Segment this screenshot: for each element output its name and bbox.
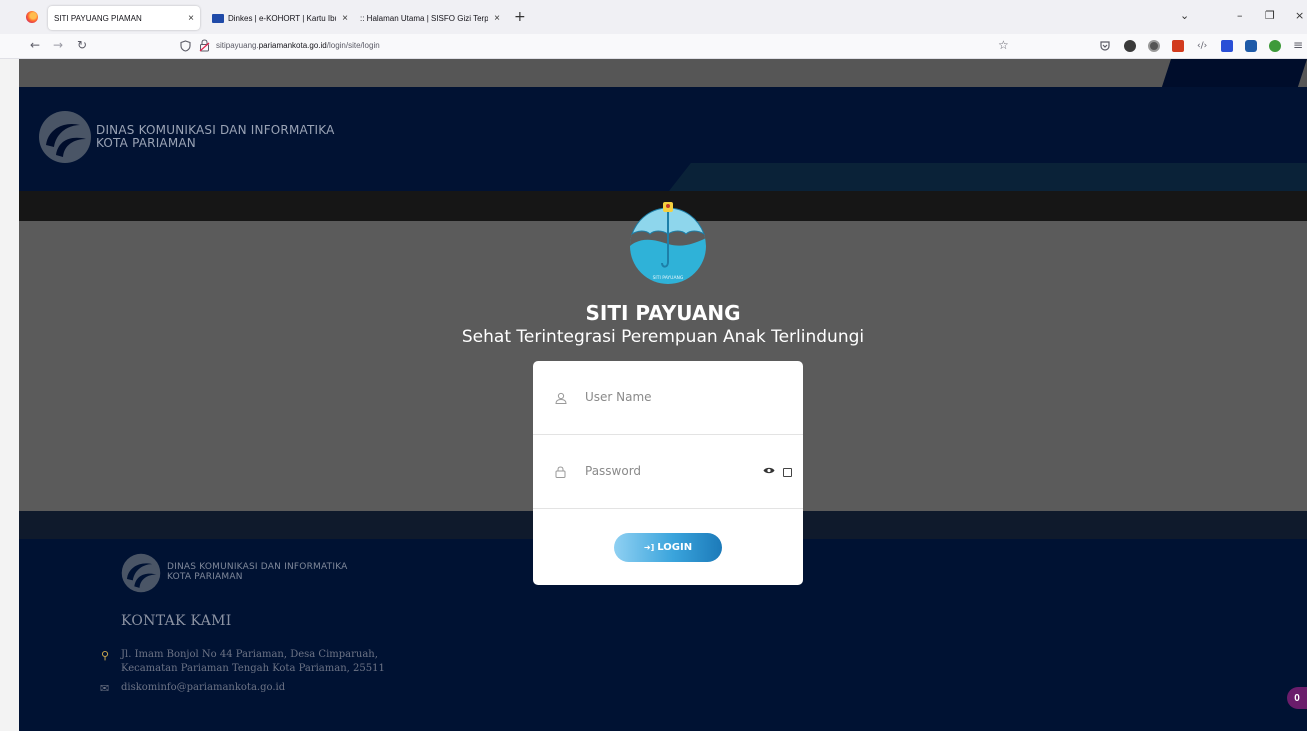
screen: SITI PAYUANG PIAMAN × Dinkes | e-KOHORT …	[0, 0, 1307, 731]
bookmark-star-icon[interactable]: ☆	[998, 38, 1009, 52]
url-path: /login/site/login	[326, 41, 380, 50]
menu-icon[interactable]: ≡	[1293, 38, 1303, 52]
forward-icon[interactable]: →	[53, 38, 63, 52]
login-button[interactable]: ➜] LOGIN	[614, 533, 722, 562]
logo-caption: SITI PAYUANG	[653, 275, 684, 281]
contact-email[interactable]: diskominfo@pariamankota.go.id	[121, 682, 285, 693]
header-brand-line2: KOTA PARIAMAN	[96, 136, 196, 150]
address-line-2: Kecamatan Pariaman Tengah Kota Pariaman,…	[121, 663, 385, 674]
kominfo-footer-logo-icon	[121, 553, 161, 593]
extension-puzzle-icon[interactable]	[1172, 40, 1184, 52]
address-line-1: Jl. Imam Bonjol No 44 Pariaman, Desa Cim…	[121, 649, 378, 660]
password-input[interactable]	[585, 461, 755, 481]
tab-sisfo-gizi[interactable]: :: Halaman Utama | SISFO Gizi Terpa ×	[354, 6, 506, 30]
login-arrow-icon: ➜]	[643, 543, 655, 552]
tab-label: :: Halaman Utama | SISFO Gizi Terpa	[360, 13, 488, 23]
extension-blue-icon[interactable]	[1221, 40, 1233, 52]
extension-code-icon[interactable]: ‹/›	[1197, 41, 1207, 51]
firefox-icon[interactable]	[26, 11, 38, 23]
url-bar[interactable]: sitipayuang.pariamankota.go.id/login/sit…	[216, 41, 380, 50]
minimize-button[interactable]: –	[1237, 9, 1243, 22]
siti-payuang-logo-icon: SITI PAYUANG	[630, 202, 706, 284]
footer-brand[interactable]: DINAS KOMUNIKASI DAN INFORMATIKA KOTA PA…	[121, 552, 348, 594]
email-icon: ✉	[100, 682, 110, 695]
browser-tab-bar: SITI PAYUANG PIAMAN × Dinkes | e-KOHORT …	[0, 0, 1307, 34]
tab-close-icon[interactable]: ×	[494, 13, 500, 24]
tab-dinkes-kohort[interactable]: Dinkes | e-KOHORT | Kartu Ibu ×	[206, 6, 354, 30]
page-left-gutter	[0, 59, 19, 731]
eye-icon[interactable]	[763, 466, 775, 475]
pocket-icon[interactable]	[1099, 40, 1111, 52]
username-field	[533, 361, 803, 435]
lock-warning-icon[interactable]	[199, 39, 210, 52]
close-window-button[interactable]: ×	[1295, 9, 1304, 22]
header-band-accent	[669, 163, 1307, 191]
lock-icon	[555, 466, 566, 478]
tab-close-icon[interactable]: ×	[342, 13, 348, 24]
extension-dark-icon[interactable]	[1124, 40, 1136, 52]
footer-brand-line2: KOTA PARIAMAN	[167, 572, 243, 582]
header-brand[interactable]: DINAS KOMUNIKASI DAN INFORMATIKA KOTA PA…	[38, 109, 335, 165]
password-field	[533, 435, 803, 509]
app-subtitle: Sehat Terintegrasi Perempuan Anak Terlin…	[461, 327, 865, 347]
login-card: ➜] LOGIN	[533, 361, 803, 585]
tab-siti-payuang[interactable]: SITI PAYUANG PIAMAN ×	[48, 6, 200, 30]
username-input[interactable]	[585, 387, 755, 407]
tab-close-icon[interactable]: ×	[188, 13, 194, 24]
kominfo-logo-icon	[39, 111, 91, 163]
contact-heading: KONTAK KAMI	[121, 613, 232, 629]
reload-icon[interactable]: ↻	[77, 38, 87, 52]
shield-icon[interactable]	[180, 40, 191, 52]
tab-list-icon[interactable]: ⌄	[1180, 9, 1189, 22]
app-title: SITI PAYUANG	[585, 301, 741, 325]
restore-button[interactable]: ❐	[1265, 9, 1275, 22]
location-pin-icon: ⚲	[101, 649, 110, 662]
tab-label: Dinkes | e-KOHORT | Kartu Ibu	[228, 13, 336, 23]
url-prefix: sitipayuang.	[216, 41, 259, 50]
extension-green-icon[interactable]	[1269, 40, 1281, 52]
notification-badge[interactable]: 0	[1287, 687, 1307, 709]
extension-spiral-icon[interactable]	[1148, 40, 1160, 52]
new-tab-button[interactable]: +	[514, 9, 526, 25]
url-domain: pariamankota.go.id	[258, 41, 327, 50]
back-icon[interactable]: ←	[30, 38, 40, 52]
top-grey-strip	[19, 59, 1307, 87]
user-icon	[555, 392, 567, 404]
tab-label: SITI PAYUANG PIAMAN	[54, 13, 142, 23]
contact-address: Jl. Imam Bonjol No 44 Pariaman, Desa Cim…	[121, 648, 385, 676]
extension-bag-icon[interactable]	[1245, 40, 1257, 52]
login-page: DINAS KOMUNIKASI DAN INFORMATIKA KOTA PA…	[19, 59, 1307, 731]
browser-nav-bar: ← → ↻ sitipayuang.pariamankota.go.id/log…	[0, 34, 1307, 59]
dinkes-favicon-icon	[212, 13, 224, 23]
top-strip-accent	[1161, 59, 1307, 87]
login-button-label: LOGIN	[657, 542, 693, 553]
show-password-checkbox[interactable]	[783, 468, 792, 477]
